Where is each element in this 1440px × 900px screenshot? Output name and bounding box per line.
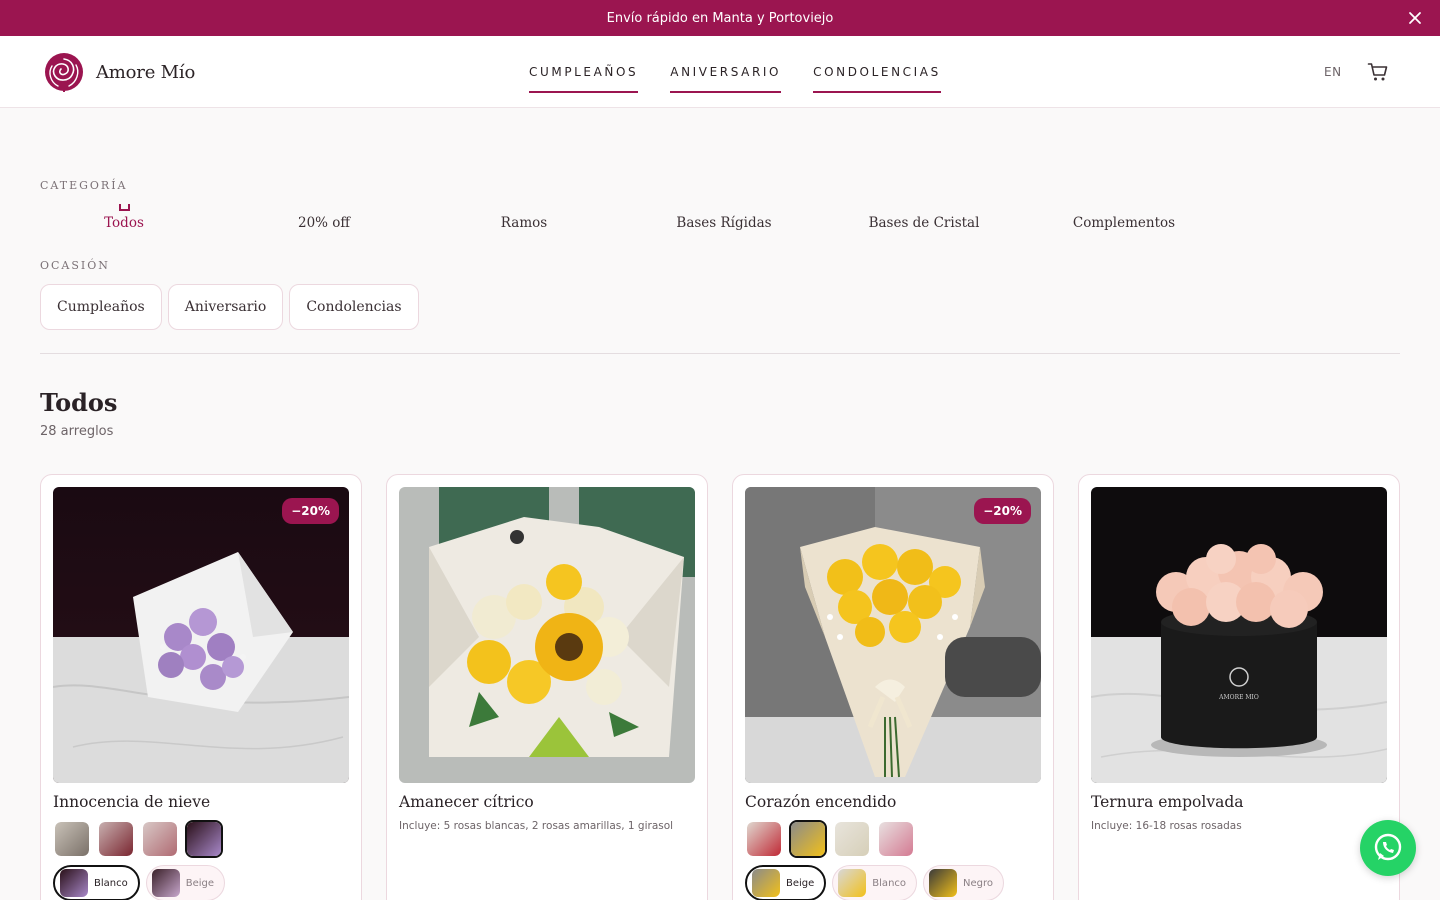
product-card[interactable]: AMORE MIO Ternura empolvada Incluye: 16-… — [1078, 474, 1400, 900]
category-tabs: Todos 20% off Ramos Bases Rígidas Bases … — [24, 204, 1224, 236]
tab-ramos[interactable]: Ramos — [424, 212, 624, 236]
product-photo[interactable]: AMORE MIO — [1091, 487, 1387, 783]
product-name[interactable]: Amanecer cítrico — [399, 793, 534, 811]
site-header: Amore Mío CUMPLEAÑOS ANIVERSARIO CONDOLE… — [0, 36, 1440, 108]
cart-icon[interactable] — [1367, 61, 1389, 83]
occasion-chips: Cumpleaños Aniversario Condolencias — [40, 284, 419, 330]
variant-thumb[interactable] — [833, 820, 871, 858]
variant-thumb[interactable] — [97, 820, 135, 858]
tab-complementos[interactable]: Complementos — [1024, 212, 1224, 236]
product-photo[interactable] — [399, 487, 695, 783]
category-label: CATEGORÍA — [40, 179, 128, 192]
svg-text:AMORE MIO: AMORE MIO — [1218, 694, 1259, 701]
variant-thumb-selected[interactable] — [789, 820, 827, 858]
color-label: Blanco — [872, 877, 907, 889]
brand-logo[interactable]: Amore Mío — [42, 50, 195, 94]
language-toggle[interactable]: EN — [1324, 65, 1342, 79]
main-nav: CUMPLEAÑOS ANIVERSARIO CONDOLENCIAS — [529, 36, 941, 108]
color-label: Negro — [963, 877, 994, 889]
variant-thumb[interactable] — [877, 820, 915, 858]
discount-badge: −20% — [974, 498, 1031, 524]
product-card[interactable]: −20% Corazón encendido Beige Blanco Negr… — [732, 474, 1054, 900]
product-name[interactable]: Ternura empolvada — [1091, 793, 1244, 811]
color-option-beige[interactable]: Beige — [745, 865, 827, 900]
nav-condolencias[interactable]: CONDOLENCIAS — [813, 36, 941, 108]
tab-20-off[interactable]: 20% off — [224, 212, 424, 236]
color-swatch — [60, 869, 88, 897]
tab-todos[interactable]: Todos — [24, 204, 224, 236]
tab-bases-de-cristal[interactable]: Bases de Cristal — [824, 212, 1024, 236]
product-photo[interactable]: −20% — [53, 487, 349, 783]
color-swatch — [151, 869, 180, 897]
discount-badge: −20% — [282, 498, 339, 524]
listing-title: Todos — [40, 388, 118, 417]
product-card[interactable]: Amanecer cítrico Incluye: 5 rosas blanca… — [386, 474, 708, 900]
rose-logo-icon — [45, 53, 83, 92]
color-swatch — [929, 869, 958, 897]
nav-aniversario[interactable]: ANIVERSARIO — [670, 36, 781, 108]
divider — [40, 353, 1400, 354]
product-name[interactable]: Innocencia de nieve — [53, 793, 210, 811]
variant-thumbs — [745, 820, 915, 858]
variant-thumb[interactable] — [745, 820, 783, 858]
chip-aniversario[interactable]: Aniversario — [167, 284, 284, 330]
occasion-label: OCASIÓN — [40, 259, 110, 272]
variant-thumb-selected[interactable] — [185, 820, 223, 858]
color-option-beige[interactable]: Beige — [145, 865, 226, 900]
variant-thumbs — [53, 820, 223, 858]
product-description: Incluye: 5 rosas blancas, 2 rosas amaril… — [399, 820, 674, 832]
color-option-blanco[interactable]: Blanco — [53, 865, 140, 900]
product-description: Incluye: 16-18 rosas rosadas — [1091, 820, 1242, 832]
product-card[interactable]: −20% Innocencia de nieve Blanco Beige — [40, 474, 362, 900]
color-options: Blanco Beige — [53, 865, 226, 900]
promo-text: Envío rápido en Manta y Portoviejo — [606, 10, 834, 26]
whatsapp-button[interactable] — [1360, 820, 1416, 876]
product-photo[interactable]: −20% — [745, 487, 1041, 783]
close-icon[interactable] — [1406, 9, 1424, 27]
color-swatch — [752, 869, 780, 897]
whatsapp-icon — [1374, 833, 1402, 861]
color-label: Beige — [185, 877, 215, 889]
chip-cumpleanos[interactable]: Cumpleaños — [40, 284, 162, 330]
listing-count: 28 arreglos — [40, 424, 114, 439]
color-option-blanco[interactable]: Blanco — [832, 865, 918, 900]
color-swatch — [838, 869, 867, 897]
brand-name: Amore Mío — [96, 61, 196, 83]
nav-cumpleanos[interactable]: CUMPLEAÑOS — [529, 36, 639, 108]
promo-bar: Envío rápido en Manta y Portoviejo — [0, 0, 1440, 36]
product-name[interactable]: Corazón encendido — [745, 793, 896, 811]
variant-thumb[interactable] — [141, 820, 179, 858]
tab-bases-rigidas[interactable]: Bases Rígidas — [624, 212, 824, 236]
variant-thumb[interactable] — [53, 820, 91, 858]
color-options: Beige Blanco Negro — [745, 865, 1005, 900]
color-option-negro[interactable]: Negro — [923, 865, 1005, 900]
color-label: Beige — [786, 877, 815, 889]
color-label: Blanco — [94, 877, 128, 889]
chip-condolencias[interactable]: Condolencias — [289, 284, 419, 330]
